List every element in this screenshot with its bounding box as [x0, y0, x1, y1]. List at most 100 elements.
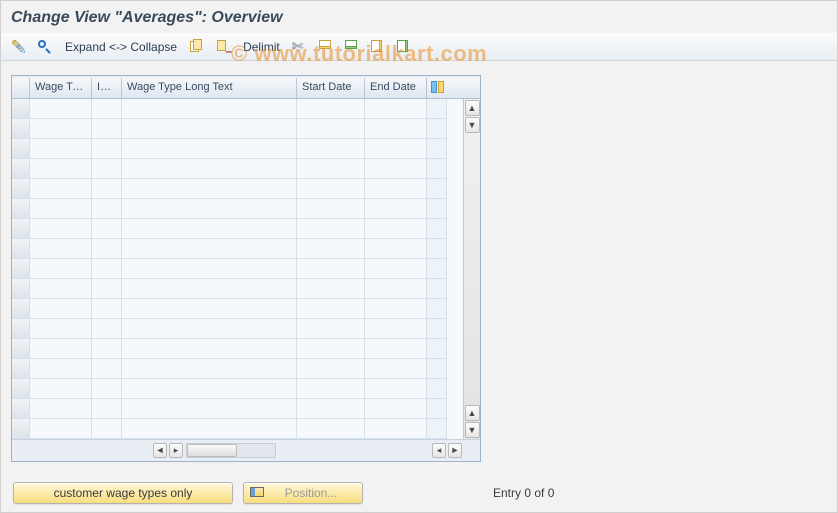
cell-wage-type[interactable] [30, 339, 92, 359]
row-selector[interactable] [12, 419, 30, 439]
cell-long-text[interactable] [122, 359, 297, 379]
cell-inf[interactable] [92, 399, 122, 419]
cell-start-date[interactable] [297, 379, 365, 399]
cell-inf[interactable] [92, 99, 122, 119]
cell-inf[interactable] [92, 119, 122, 139]
cell-long-text[interactable] [122, 379, 297, 399]
hscroll-thumb[interactable] [187, 444, 237, 457]
cell-end-date[interactable] [365, 259, 427, 279]
cell-start-date[interactable] [297, 199, 365, 219]
cell-end-date[interactable] [365, 319, 427, 339]
cell-wage-type[interactable] [30, 139, 92, 159]
row-selector[interactable] [12, 179, 30, 199]
position-button[interactable]: Position... [243, 482, 363, 504]
cell-long-text[interactable] [122, 319, 297, 339]
row-selector[interactable] [12, 119, 30, 139]
cell-start-date[interactable] [297, 99, 365, 119]
scroll-up-step-button[interactable]: ▲ [465, 405, 480, 421]
cell-end-date[interactable] [365, 359, 427, 379]
hscroll-left-button[interactable]: ▸ [169, 443, 183, 458]
cell-wage-type[interactable] [30, 319, 92, 339]
row-selector[interactable] [12, 339, 30, 359]
cell-long-text[interactable] [122, 339, 297, 359]
cell-end-date[interactable] [365, 99, 427, 119]
row-selector[interactable] [12, 379, 30, 399]
select-block-button[interactable] [342, 37, 362, 57]
cell-start-date[interactable] [297, 179, 365, 199]
cell-wage-type[interactable] [30, 199, 92, 219]
cell-start-date[interactable] [297, 339, 365, 359]
row-selector[interactable] [12, 199, 30, 219]
delimit-button[interactable]: Delimit [239, 40, 284, 54]
cell-long-text[interactable] [122, 219, 297, 239]
customer-wage-types-button[interactable]: customer wage types only [13, 482, 233, 504]
cell-inf[interactable] [92, 419, 122, 439]
cell-start-date[interactable] [297, 319, 365, 339]
column-header-wage-type[interactable]: Wage Ty... [30, 78, 92, 98]
cell-wage-type[interactable] [30, 239, 92, 259]
cell-long-text[interactable] [122, 239, 297, 259]
cell-wage-type[interactable] [30, 219, 92, 239]
cell-long-text[interactable] [122, 199, 297, 219]
column-header-end-date[interactable]: End Date [365, 78, 427, 98]
cell-long-text[interactable] [122, 259, 297, 279]
cell-inf[interactable] [92, 159, 122, 179]
cell-long-text[interactable] [122, 419, 297, 439]
hscroll-last-button[interactable]: ► [448, 443, 462, 458]
cell-start-date[interactable] [297, 419, 365, 439]
cell-wage-type[interactable] [30, 419, 92, 439]
cell-inf[interactable] [92, 279, 122, 299]
cell-inf[interactable] [92, 239, 122, 259]
vertical-scrollbar[interactable]: ▲ ▼ ▲ ▼ [463, 99, 480, 439]
cell-end-date[interactable] [365, 219, 427, 239]
cell-end-date[interactable] [365, 199, 427, 219]
cell-long-text[interactable] [122, 99, 297, 119]
cell-long-text[interactable] [122, 139, 297, 159]
cell-long-text[interactable] [122, 159, 297, 179]
cell-inf[interactable] [92, 259, 122, 279]
cell-end-date[interactable] [365, 399, 427, 419]
cell-start-date[interactable] [297, 259, 365, 279]
cell-inf[interactable] [92, 379, 122, 399]
cell-end-date[interactable] [365, 419, 427, 439]
cell-long-text[interactable] [122, 399, 297, 419]
cell-long-text[interactable] [122, 179, 297, 199]
cell-start-date[interactable] [297, 359, 365, 379]
cell-end-date[interactable] [365, 379, 427, 399]
cell-end-date[interactable] [365, 279, 427, 299]
row-selector[interactable] [12, 259, 30, 279]
row-selector[interactable] [12, 299, 30, 319]
cell-long-text[interactable] [122, 119, 297, 139]
cell-start-date[interactable] [297, 279, 365, 299]
cell-start-date[interactable] [297, 119, 365, 139]
undo-button[interactable] [290, 37, 310, 57]
scroll-down-step-button[interactable]: ▼ [465, 117, 480, 133]
cell-wage-type[interactable] [30, 259, 92, 279]
column-header-inf[interactable]: Inf... [92, 78, 122, 98]
cell-inf[interactable] [92, 299, 122, 319]
cell-end-date[interactable] [365, 159, 427, 179]
row-selector[interactable] [12, 239, 30, 259]
column-header-start-date[interactable]: Start Date [297, 78, 365, 98]
deselect-all-button[interactable] [368, 37, 388, 57]
cell-start-date[interactable] [297, 219, 365, 239]
cell-wage-type[interactable] [30, 379, 92, 399]
cell-start-date[interactable] [297, 239, 365, 259]
row-selector[interactable] [12, 279, 30, 299]
column-header-selector[interactable] [12, 78, 30, 98]
cell-start-date[interactable] [297, 159, 365, 179]
cell-end-date[interactable] [365, 139, 427, 159]
cell-wage-type[interactable] [30, 99, 92, 119]
hscroll-right-button[interactable]: ◂ [432, 443, 446, 458]
row-selector[interactable] [12, 319, 30, 339]
column-header-long-text[interactable]: Wage Type Long Text [122, 78, 297, 98]
cell-end-date[interactable] [365, 179, 427, 199]
hscroll-first-button[interactable]: ◄ [153, 443, 167, 458]
cell-start-date[interactable] [297, 139, 365, 159]
cell-wage-type[interactable] [30, 399, 92, 419]
cell-end-date[interactable] [365, 339, 427, 359]
cell-end-date[interactable] [365, 119, 427, 139]
cell-start-date[interactable] [297, 399, 365, 419]
expand-collapse-button[interactable]: Expand <-> Collapse [61, 40, 181, 54]
cell-wage-type[interactable] [30, 299, 92, 319]
